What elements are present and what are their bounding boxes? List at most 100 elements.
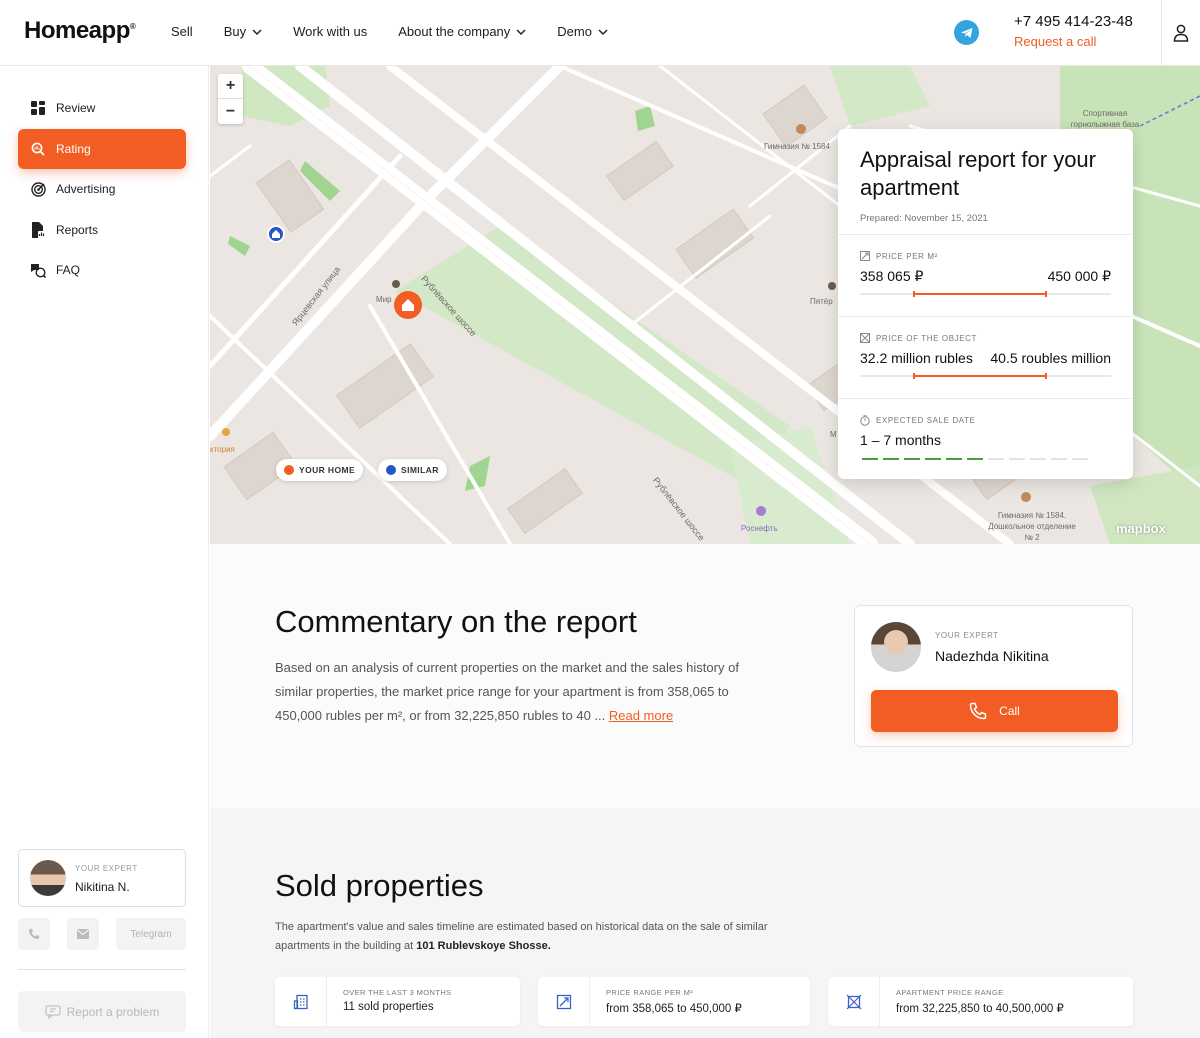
timer-icon xyxy=(860,415,870,426)
poi-label: Гимназия № 1584. Дошкольное отделение № … xyxy=(988,511,1076,542)
expert-card[interactable]: YOUR EXPERT Nikitina N. xyxy=(18,849,186,907)
sidebar-item-label: Reports xyxy=(56,222,99,237)
home-dot-icon xyxy=(284,465,294,475)
building-icon xyxy=(275,977,327,1026)
stat-value: 11 sold properties xyxy=(343,1001,434,1013)
stat-card-price-m2: PRICE RANGE PER M² from 358,065 to 450,0… xyxy=(538,977,810,1026)
phone-icon xyxy=(29,929,39,939)
progress-segment xyxy=(1030,458,1046,460)
logo[interactable]: Homeapp® xyxy=(24,17,136,45)
appraisal-card: Appraisal report for your apartment Prep… xyxy=(838,129,1133,479)
expert-name: Nadezhda Nikitina xyxy=(935,648,1049,664)
object-price-max: 40.5 roubles million xyxy=(990,350,1111,366)
sidebar: Review Rating Advertising Reports FAQ YO… xyxy=(0,66,209,1038)
nav-about[interactable]: About the company xyxy=(398,24,526,39)
call-button[interactable]: Call xyxy=(871,690,1118,732)
area-icon xyxy=(538,977,590,1026)
price-per-m2-section: PRICE PER M² 358 065 ₽ 450 000 ₽ xyxy=(838,234,1133,316)
stat-card-price-range: APARTMENT PRICE RANGE from 32,225,850 to… xyxy=(828,977,1133,1026)
floorplan-icon xyxy=(828,977,880,1026)
legend-similar[interactable]: SIMILAR xyxy=(378,459,447,481)
chevron-down-icon xyxy=(516,29,526,35)
nav-sell[interactable]: Sell xyxy=(171,24,193,39)
address: 101 Rublevskoye Shosse. xyxy=(416,940,551,952)
phone-number[interactable]: +7 495 414-23-48 xyxy=(1014,13,1133,30)
expert-label: YOUR EXPERT xyxy=(75,864,138,873)
read-more-link[interactable]: Read more xyxy=(609,708,673,723)
progress-segment xyxy=(1072,458,1088,460)
object-range-track xyxy=(860,373,1111,379)
report-problem-button[interactable]: Report a problem xyxy=(18,991,186,1032)
telegram-button[interactable]: Telegram xyxy=(116,918,186,950)
progress-segment xyxy=(946,458,962,460)
poi-label: Мир xyxy=(376,295,392,304)
object-range-fill xyxy=(913,373,1047,379)
expert-label: YOUR EXPERT xyxy=(935,631,999,640)
flag-icon xyxy=(44,1004,61,1019)
email-button[interactable] xyxy=(67,918,99,950)
user-icon xyxy=(1173,24,1189,42)
legend-your-home[interactable]: YOUR HOME xyxy=(276,459,364,481)
divider xyxy=(18,969,186,970)
section-label: EXPECTED SALE DATE xyxy=(860,415,976,426)
chevron-down-icon xyxy=(598,29,608,35)
poi-label: М xyxy=(830,430,837,439)
stat-label: PRICE RANGE PER M² xyxy=(606,988,694,997)
appraisal-title: Appraisal report for your apartment xyxy=(860,147,1096,200)
price-max: 450 000 ₽ xyxy=(1047,268,1111,284)
dashboard-icon xyxy=(30,100,46,116)
sidebar-item-rating[interactable]: Rating xyxy=(18,128,186,169)
sale-progress xyxy=(862,458,1088,460)
faq-icon xyxy=(30,262,46,278)
poi-label: Пятёр xyxy=(810,297,833,306)
nav-demo[interactable]: Demo xyxy=(557,24,608,39)
commentary-text: Based on an analysis of current properti… xyxy=(275,660,739,723)
stat-card-sold-count: OVER THE LAST 3 MONTHS 11 sold propertie… xyxy=(275,977,520,1026)
legend-label: SIMILAR xyxy=(401,465,439,475)
search-chart-icon xyxy=(30,141,46,157)
chevron-down-icon xyxy=(252,29,262,35)
stat-label: APARTMENT PRICE RANGE xyxy=(896,988,1004,997)
progress-segment xyxy=(1009,458,1025,460)
nav-work-with-us[interactable]: Work with us xyxy=(293,24,367,39)
expert-name: Nikitina N. xyxy=(75,880,130,894)
sidebar-item-review[interactable]: Review xyxy=(18,88,186,128)
sidebar-item-reports[interactable]: Reports xyxy=(18,210,186,250)
zoom-in-button[interactable]: + xyxy=(218,74,243,99)
similar-dot-icon xyxy=(386,465,396,475)
avatar xyxy=(871,622,921,672)
nav-buy[interactable]: Buy xyxy=(224,24,262,39)
progress-segment xyxy=(883,458,899,460)
sidebar-item-faq[interactable]: FAQ xyxy=(18,250,186,290)
price-min: 358 065 ₽ xyxy=(860,268,924,284)
progress-segment xyxy=(988,458,1004,460)
sidebar-item-label: FAQ xyxy=(56,263,81,277)
price-object-section: PRICE OF THE OBJECT 32.2 million rubles … xyxy=(838,316,1133,398)
report-problem-label: Report a problem xyxy=(66,1004,160,1019)
progress-segment xyxy=(967,458,983,460)
floorplan-icon xyxy=(860,333,870,343)
area-icon xyxy=(860,251,870,261)
expert-contact-buttons: Telegram xyxy=(18,918,186,950)
phone-button[interactable] xyxy=(18,918,50,950)
section-label: PRICE OF THE OBJECT xyxy=(860,333,977,343)
zoom-controls: + − xyxy=(218,74,243,124)
telegram-icon[interactable] xyxy=(954,20,979,45)
sale-date-section: EXPECTED SALE DATE 1 – 7 months xyxy=(838,398,1133,479)
sidebar-item-label: Advertising xyxy=(56,182,116,196)
sale-date-value: 1 – 7 months xyxy=(860,432,941,448)
user-account-button[interactable] xyxy=(1161,0,1200,65)
price-range-track xyxy=(860,291,1111,297)
sidebar-item-advertising[interactable]: Advertising xyxy=(18,169,186,209)
legend-label: YOUR HOME xyxy=(299,465,356,475)
sidebar-item-label: Review xyxy=(56,101,96,115)
progress-segment xyxy=(862,458,878,460)
poi-label: Гимназия № 1584 xyxy=(764,142,830,151)
poi-label: Спортивная горнолыжная база xyxy=(1070,109,1140,129)
mapbox-logo: mapbox xyxy=(1116,521,1166,536)
zoom-out-button[interactable]: − xyxy=(218,99,243,124)
request-call-link[interactable]: Request a call xyxy=(1014,34,1133,49)
contact-block: +7 495 414-23-48 Request a call xyxy=(1014,13,1133,49)
progress-segment xyxy=(925,458,941,460)
poi-label: Роснефть xyxy=(741,524,778,533)
